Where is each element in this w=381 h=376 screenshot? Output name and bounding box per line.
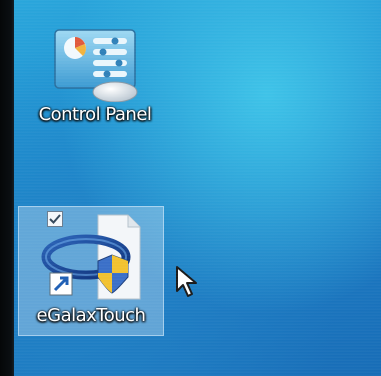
monitor-bezel <box>0 0 14 376</box>
check-icon <box>49 214 61 224</box>
desktop-icon-control-panel[interactable]: Control Panel <box>22 28 168 125</box>
selection-checkbox[interactable] <box>47 211 63 227</box>
mouse-cursor-icon <box>176 266 197 297</box>
control-panel-icon <box>54 29 138 102</box>
desktop[interactable]: Control Panel eGalaxTouch <box>0 0 381 376</box>
desktop-icon-label: eGalaxTouch <box>36 305 146 326</box>
desktop-icon-egalaxtouch[interactable]: eGalaxTouch <box>18 206 164 336</box>
desktop-icon-label: Control Panel <box>38 104 152 125</box>
